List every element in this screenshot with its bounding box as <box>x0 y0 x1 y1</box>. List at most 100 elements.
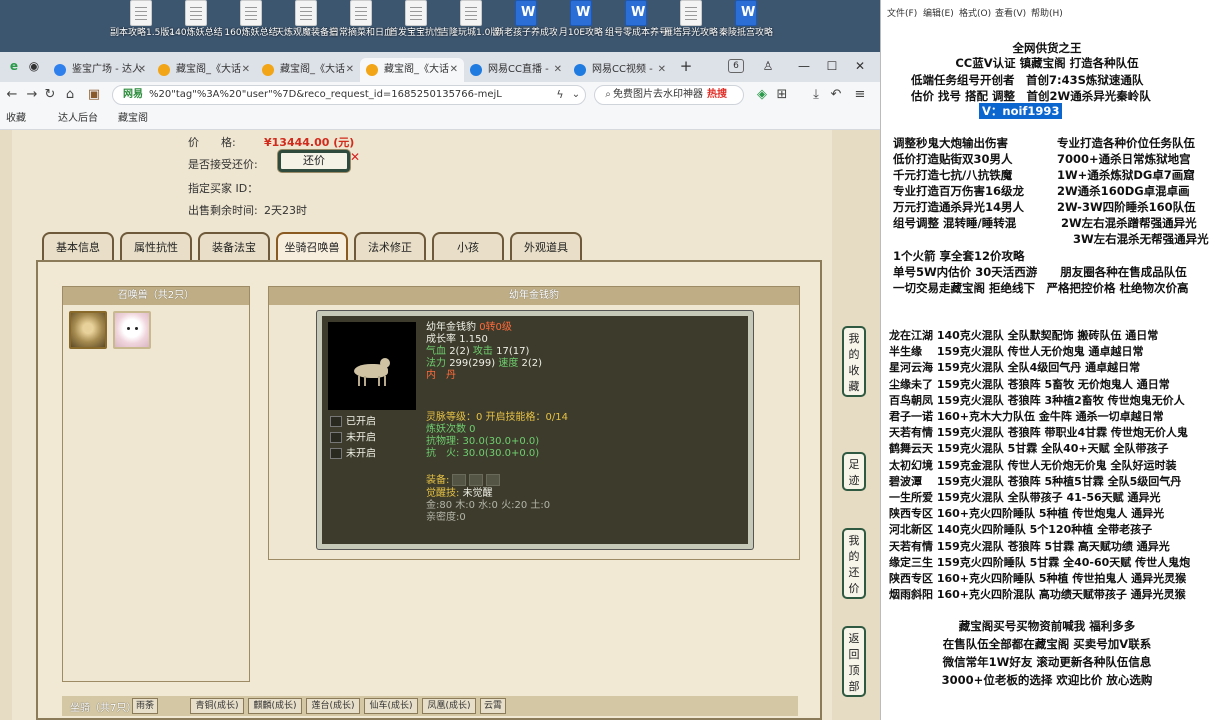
desktop-icon[interactable]: 首发宝宝抗性 <box>385 0 447 52</box>
notepad-menu-item[interactable]: 文件(F) <box>887 0 917 28</box>
desktop-icon-label: 秦陵抵宫攻略 <box>718 28 773 38</box>
browser-tab[interactable]: 藏宝阁_《大话 ✕ <box>360 58 464 82</box>
pet-growth: 成长率 1.150 <box>426 334 488 345</box>
side-button[interactable]: 我的收藏 <box>842 326 866 397</box>
skill-slot-3-label: 未开启 <box>346 448 376 460</box>
side-button[interactable]: 我的还价 <box>842 528 866 599</box>
back-icon[interactable]: ← <box>2 85 22 105</box>
tab-close-icon[interactable]: ✕ <box>242 58 250 82</box>
mount-tab[interactable]: 凤凰(成长) <box>422 698 476 714</box>
equip-slot-icon[interactable] <box>486 474 501 486</box>
close-icon[interactable]: ✕ <box>350 150 360 164</box>
tab-close-icon[interactable]: ✕ <box>346 58 354 82</box>
refine-count: 炼妖次数 0 <box>426 424 476 435</box>
new-tab-button[interactable]: + <box>678 56 694 76</box>
extension-icon[interactable]: ◈ <box>752 85 772 105</box>
desktop-icon[interactable]: 新老孩子养成攻略 <box>495 0 557 52</box>
desktop-icon[interactable]: 140炼妖总结 <box>165 0 227 52</box>
mount-tab[interactable]: 麒麟(成长) <box>248 698 302 714</box>
mount-tab[interactable]: 仙车(成长) <box>364 698 418 714</box>
desktop-icon[interactable]: 组号零成本养号 <box>605 0 667 52</box>
atk-label: 攻击 <box>472 346 493 357</box>
side-button[interactable]: 足迹 <box>842 452 866 491</box>
mount-tab[interactable]: 云霄 <box>480 698 506 714</box>
search-icon[interactable]: ⌕ <box>598 85 618 105</box>
browser-tab[interactable]: 藏宝阁_《大话 ✕ <box>152 58 256 82</box>
url-input[interactable]: 网易 %20"tag"%3A%20"user"%7D&reco_request_i… <box>112 85 586 105</box>
game-tab[interactable]: 装备法宝 <box>198 232 270 262</box>
home-icon[interactable]: ⌂ <box>60 85 80 105</box>
spd-label: 速度 <box>498 358 519 369</box>
game-tab[interactable]: 小孩 <box>432 232 504 262</box>
undo-icon[interactable]: ↶ <box>826 85 846 105</box>
footer-line: 3000+位老板的选择 欢迎比价 放心选购 <box>941 673 1153 687</box>
desktop-icon-label: 日常摘菜和日血魔搭配 <box>330 28 392 38</box>
grid-icon[interactable]: ⊞ <box>772 85 792 105</box>
game-tab[interactable]: 坐骑召唤兽 <box>276 232 348 262</box>
offer-right-line: 1W+通杀炼狱DG卓7画窟 <box>1057 168 1195 182</box>
tab-close-icon[interactable]: ✕ <box>450 58 458 82</box>
tab-close-icon[interactable]: ✕ <box>554 58 562 82</box>
counter-offer-row: 是否接受还价: <box>188 156 258 172</box>
notepad-menu-item[interactable]: 编辑(E) <box>923 0 954 28</box>
forward-icon[interactable]: → <box>22 85 42 105</box>
mount-tab[interactable]: 莲台(成长) <box>306 698 360 714</box>
close-window-button[interactable]: ✕ <box>852 56 868 76</box>
desktop-icon[interactable]: 副本攻略1.5版本 <box>110 0 172 52</box>
tab-list-icon[interactable]: ◉ <box>24 56 44 76</box>
game-tab[interactable]: 属性抗性 <box>120 232 192 262</box>
team-line: 陕西专区 160+克火四阶睡队 5种植 传世炮鬼人 通异光 <box>889 507 1165 521</box>
game-tab[interactable]: 基本信息 <box>42 232 114 262</box>
desktop-icon[interactable]: 日常摘菜和日血魔搭配 <box>330 0 392 52</box>
bookmark-talent-backend[interactable]: 达人后台 <box>58 108 98 130</box>
side-button[interactable]: 返回顶部 <box>842 626 866 697</box>
browser-tab[interactable]: 网易CC直播 - ✕ <box>464 58 568 82</box>
desktop-icon[interactable]: 吉隆玩城1.0版本 <box>440 0 502 52</box>
minimize-button[interactable]: — <box>796 56 812 76</box>
game-tab[interactable]: 法术修正 <box>354 232 426 262</box>
desktop-icon[interactable]: 天炼观魔装备搭配 <box>275 0 337 52</box>
counter-offer-button[interactable]: 还价 <box>278 150 350 172</box>
bookmark-favorites[interactable]: 收藏 <box>6 108 26 130</box>
notepad-menu-item[interactable]: 帮助(H) <box>1031 0 1063 28</box>
browser-tab[interactable]: 藏宝阁_《大话 ✕ <box>256 58 360 82</box>
desktop-icon[interactable]: 160炼妖总结 <box>220 0 282 52</box>
team-line: 半生缘 159克火混队 传世人无价炮鬼 通卓越日常 <box>889 345 1144 359</box>
game-tab[interactable]: 外观道具 <box>510 232 582 262</box>
download-icon[interactable]: ⤓ <box>806 85 826 105</box>
browser-logo-icon[interactable]: e <box>4 56 24 76</box>
notepad-menu-item[interactable]: 格式(O) <box>959 0 991 28</box>
tab-close-icon[interactable]: ✕ <box>138 58 146 82</box>
pet-leopard-avatar[interactable] <box>69 311 107 349</box>
team-line: 缘定三生 159克火四阶睡队 5甘霖 全40-60天赋 传世人鬼炮 <box>889 555 1191 569</box>
notepad-window: 文件(F) 编辑(E) 格式(O) 查看(V) 帮助(H) 全网供货之王 CC蓝V认证 镇… <box>880 0 1212 720</box>
tab-count-badge[interactable]: 6 <box>728 59 744 73</box>
refresh-icon[interactable]: ↻ <box>40 85 60 105</box>
price-label: 价 格: <box>188 136 236 149</box>
notepad-menu-item[interactable]: 查看(V) <box>995 0 1026 28</box>
bookmark-cbg[interactable]: 藏宝阁 <box>118 108 148 130</box>
summon-list-box: 召唤兽（共2只） <box>62 286 250 682</box>
shirt-icon[interactable]: ♙ <box>760 56 776 76</box>
pet-name-line: 幼年金钱豹 0转0级 <box>426 322 512 334</box>
wallet-icon[interactable]: ▣ <box>84 85 104 105</box>
slot-icon <box>330 448 342 459</box>
desktop-icon[interactable]: 雁塔异光攻略 <box>660 0 722 52</box>
browser-tab[interactable]: 网易CC视频 - ✕ <box>568 58 672 82</box>
chevron-down-icon[interactable]: ⌄ <box>566 85 586 105</box>
equip-slot-icon[interactable] <box>469 474 484 486</box>
desktop-icon[interactable]: 秦陵抵宫攻略 <box>715 0 777 52</box>
equip-slot-icon[interactable] <box>452 474 467 486</box>
leopard-icon <box>354 358 390 386</box>
counter-offer-label: 是否接受还价: <box>188 158 258 171</box>
mount-tab[interactable]: 青铜(成长) <box>190 698 244 714</box>
word-file-icon <box>515 0 537 26</box>
maximize-button[interactable]: ☐ <box>824 56 840 76</box>
desktop-icon[interactable]: 月10E攻略 <box>550 0 612 52</box>
browser-tab[interactable]: 鉴宝广场 - 达人 ✕ <box>48 58 152 82</box>
pet-alpaca-avatar[interactable] <box>113 311 151 349</box>
menu-icon[interactable]: ≡ <box>850 85 870 105</box>
tab-close-icon[interactable]: ✕ <box>658 58 666 82</box>
offer-right-line: 7000+通杀日常炼狱地宫 <box>1057 152 1191 166</box>
mount-tab[interactable]: 雨荼 <box>132 698 158 714</box>
